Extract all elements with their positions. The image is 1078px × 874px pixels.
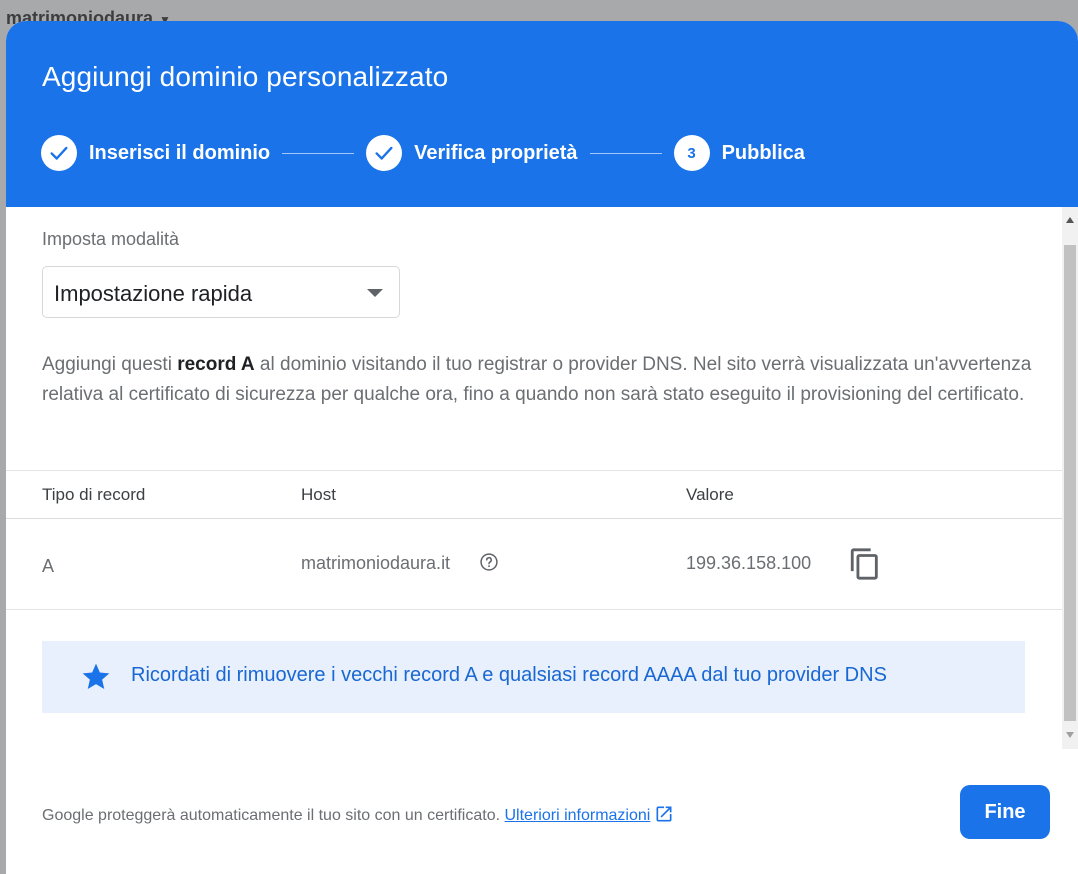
step-number: 3 bbox=[673, 135, 710, 171]
instructions-text: Aggiungi questi record A al dominio visi… bbox=[42, 350, 1042, 410]
learn-more-link[interactable]: Ulteriori informazioni bbox=[504, 806, 675, 824]
check-icon bbox=[366, 135, 403, 171]
table-border bbox=[6, 470, 1062, 471]
mode-select-value: Impostazione rapida bbox=[54, 281, 253, 306]
scroll-up-arrow-icon[interactable] bbox=[1066, 217, 1074, 223]
instructions-before: Aggiungi questi bbox=[42, 354, 178, 375]
step-publish: 3 Pubblica bbox=[673, 135, 805, 171]
step-connector bbox=[589, 152, 662, 154]
host-cell: matrimoniodaura.it bbox=[301, 553, 451, 573]
content-scrollbar[interactable] bbox=[1062, 207, 1078, 749]
step-label: Pubblica bbox=[721, 141, 805, 164]
check-icon bbox=[41, 135, 77, 171]
help-icon[interactable] bbox=[479, 552, 499, 572]
step-label: Inserisci il dominio bbox=[89, 141, 271, 164]
reminder-banner: Ricordati di rimuovere i vecchi record A… bbox=[42, 641, 1025, 713]
star-icon bbox=[82, 663, 110, 689]
copy-icon[interactable] bbox=[848, 546, 882, 582]
step-verify-ownership: Verifica proprietà bbox=[366, 135, 578, 171]
step-enter-domain: Inserisci il dominio bbox=[41, 135, 270, 171]
column-header-host: Host bbox=[301, 485, 336, 504]
dialog-title: Aggiungi dominio personalizzato bbox=[42, 61, 449, 92]
dropdown-arrow-icon bbox=[367, 289, 383, 297]
external-link-icon bbox=[656, 806, 672, 822]
add-custom-domain-dialog: Aggiungi dominio personalizzato Inserisc… bbox=[6, 21, 1078, 874]
footer-text: Google proteggerà automaticamente il tuo… bbox=[42, 807, 501, 824]
scrollbar-thumb[interactable] bbox=[1064, 245, 1076, 721]
mode-label: Imposta modalità bbox=[42, 229, 180, 249]
footer-note: Google proteggerà automaticamente il tuo… bbox=[42, 804, 674, 825]
header-divider bbox=[6, 518, 1062, 519]
step-label: Verifica proprietà bbox=[414, 141, 578, 164]
column-header-record-type: Tipo di record bbox=[42, 485, 146, 504]
value-cell: 199.36.158.100 bbox=[686, 553, 812, 573]
scroll-down-arrow-icon[interactable] bbox=[1066, 732, 1074, 738]
mode-select[interactable]: Impostazione rapida bbox=[42, 266, 400, 318]
record-type-cell: A bbox=[42, 556, 55, 576]
column-header-value: Valore bbox=[686, 485, 734, 504]
reminder-text: Ricordati di rimuovere i vecchi record A… bbox=[131, 664, 887, 686]
learn-more-label: Ulteriori informazioni bbox=[504, 807, 651, 824]
table-border bbox=[6, 609, 1062, 610]
done-button[interactable]: Fine bbox=[960, 785, 1050, 839]
dialog-content: Imposta modalità Impostazione rapida Agg… bbox=[6, 207, 1062, 749]
step-connector bbox=[282, 152, 355, 154]
dialog-header: Aggiungi dominio personalizzato Inserisc… bbox=[6, 21, 1078, 207]
stepper: Inserisci il dominio Verifica proprietà … bbox=[41, 134, 805, 172]
instructions-bold: record A bbox=[177, 354, 255, 375]
